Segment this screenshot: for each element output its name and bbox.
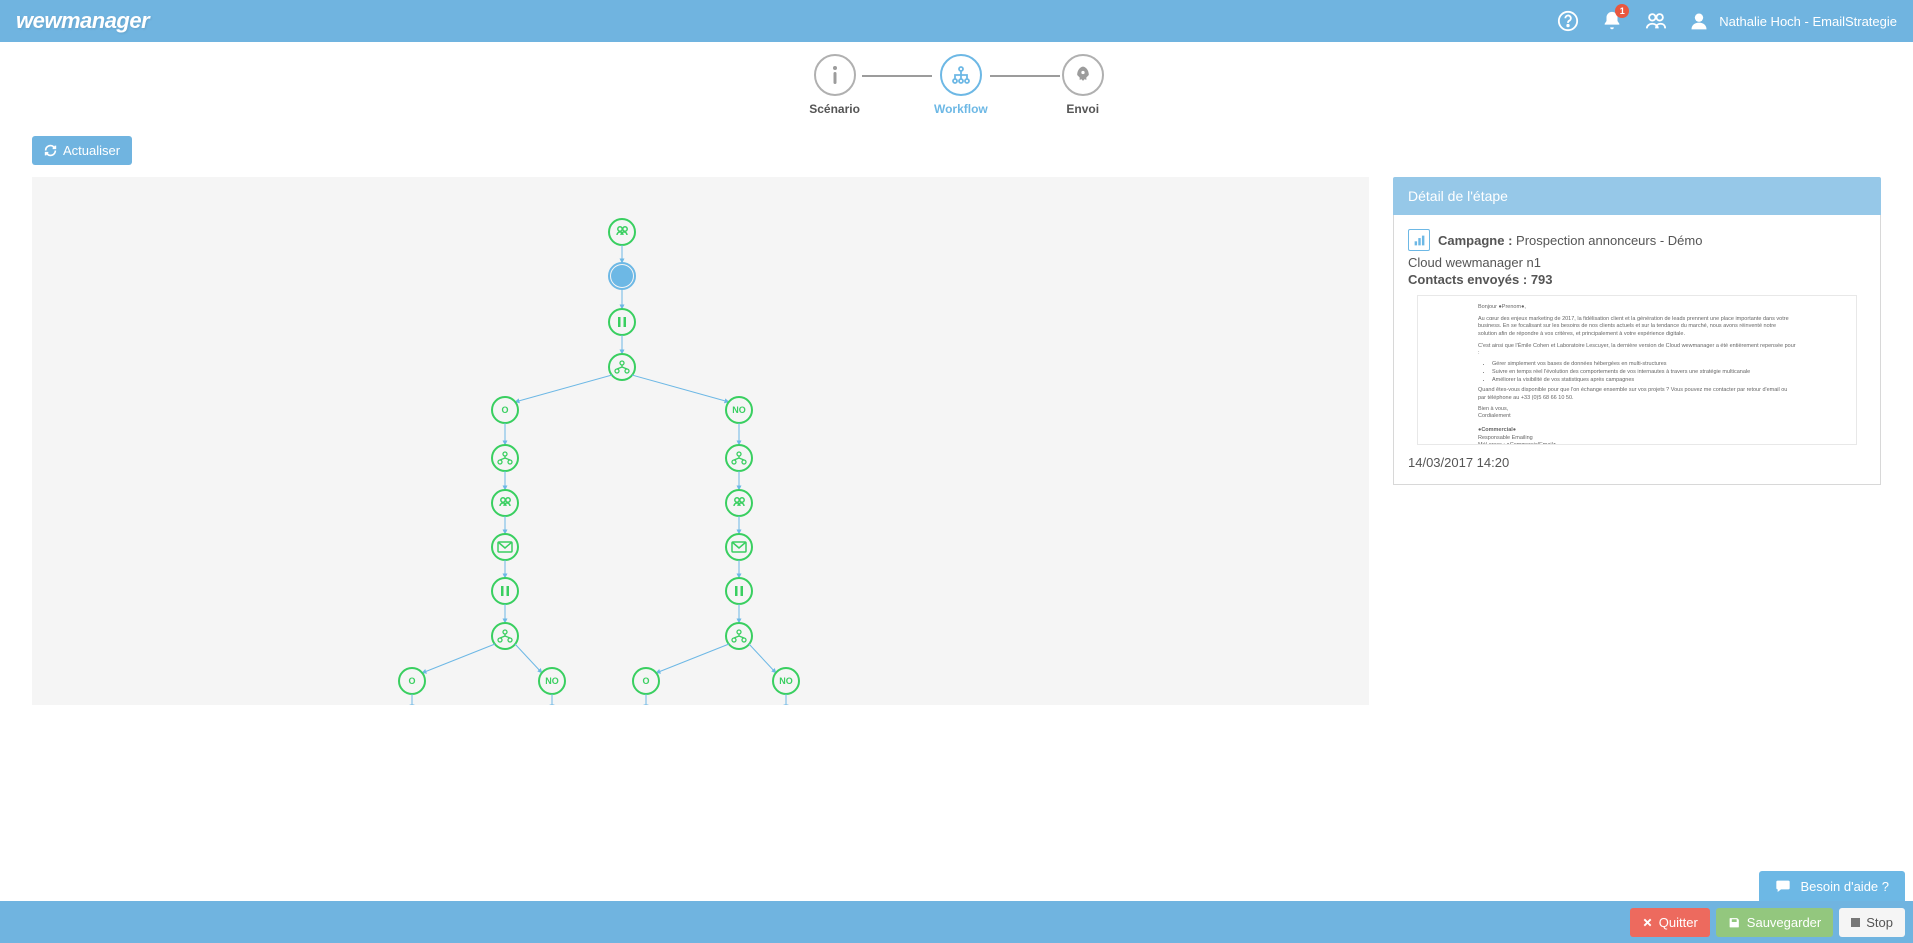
refresh-button[interactable]: Actualiser <box>32 136 132 165</box>
step-scenario[interactable]: Scénario <box>809 54 860 116</box>
workflow-canvas[interactable]: O O NO NO O NO <box>32 177 1369 705</box>
workflow-node[interactable] <box>492 623 518 649</box>
notification-badge: 1 <box>1615 4 1629 18</box>
header-actions: 1 Nathalie Hoch - EmailStrategie <box>1557 10 1897 32</box>
panel-header: Détail de l'étape <box>1393 177 1881 215</box>
chart-icon <box>1408 229 1430 251</box>
contacts-count: 793 <box>1531 272 1553 287</box>
workflow-node[interactable] <box>609 309 635 335</box>
sitemap-icon <box>940 54 982 96</box>
save-icon <box>1728 916 1741 929</box>
svg-text:O: O <box>642 676 649 686</box>
workflow-node[interactable]: NO <box>773 668 799 694</box>
campaign-name-line1: Prospection annonceurs - Démo <box>1516 233 1702 248</box>
svg-text:NO: NO <box>779 676 793 686</box>
contacts-label: Contacts envoyés : <box>1408 272 1527 287</box>
info-icon <box>814 54 856 96</box>
quit-label: Quitter <box>1659 915 1698 930</box>
users-icon[interactable] <box>1645 10 1667 32</box>
quit-button[interactable]: Quitter <box>1630 908 1710 937</box>
rocket-icon <box>1062 54 1104 96</box>
step-timestamp: 14/03/2017 14:20 <box>1408 455 1866 470</box>
workflow-node[interactable] <box>492 578 518 604</box>
help-label: Besoin d'aide ? <box>1801 879 1890 894</box>
main-content: O O NO NO O NO Détail de l'étape Campagne : P… <box>0 177 1913 705</box>
workflow-node[interactable]: O <box>492 397 518 423</box>
user-avatar-icon <box>1689 11 1709 31</box>
step-connector <box>990 75 1060 77</box>
workflow-node[interactable] <box>726 578 752 604</box>
campaign-label: Campagne : <box>1438 233 1512 248</box>
stop-icon <box>1851 918 1860 927</box>
app-header: wewmanager 1 Nathalie Hoch - EmailStrate… <box>0 0 1913 42</box>
workflow-node[interactable] <box>492 490 518 516</box>
bell-icon[interactable]: 1 <box>1601 10 1623 32</box>
close-icon <box>1642 917 1653 928</box>
user-name: Nathalie Hoch - EmailStrategie <box>1719 14 1897 29</box>
workflow-node[interactable] <box>726 534 752 560</box>
stop-button[interactable]: Stop <box>1839 908 1905 937</box>
workflow-node[interactable] <box>726 490 752 516</box>
workflow-node[interactable] <box>609 354 635 380</box>
logo-text: wewmanager <box>16 8 149 34</box>
refresh-label: Actualiser <box>63 143 120 158</box>
workflow-node[interactable] <box>726 445 752 471</box>
chat-icon <box>1775 878 1791 894</box>
panel-body: Campagne : Prospection annonceurs - Démo… <box>1393 215 1881 485</box>
workflow-node[interactable] <box>492 534 518 560</box>
workflow-node[interactable]: NO <box>539 668 565 694</box>
step-label: Envoi <box>1066 102 1099 116</box>
detail-panel: Détail de l'étape Campagne : Prospection… <box>1393 177 1881 705</box>
svg-text:NO: NO <box>732 405 746 415</box>
workflow-node[interactable]: O <box>399 668 425 694</box>
step-label: Workflow <box>934 102 988 116</box>
workflow-node[interactable] <box>726 623 752 649</box>
email-preview: Bonjour ●Prenom●, Au cœur des enjeux mar… <box>1417 295 1857 445</box>
step-workflow[interactable]: Workflow <box>934 54 988 116</box>
workflow-stepper: Scénario Workflow Envoi <box>0 42 1913 124</box>
workflow-node[interactable]: O <box>633 668 659 694</box>
step-connector <box>862 75 932 77</box>
footer-bar: Quitter Sauvegarder Stop <box>0 901 1913 943</box>
svg-text:O: O <box>408 676 415 686</box>
step-envoi[interactable]: Envoi <box>1062 54 1104 116</box>
save-button[interactable]: Sauvegarder <box>1716 908 1833 937</box>
help-icon[interactable] <box>1557 10 1579 32</box>
workflow-node[interactable] <box>609 263 635 289</box>
help-tab[interactable]: Besoin d'aide ? <box>1759 871 1906 901</box>
user-menu[interactable]: Nathalie Hoch - EmailStrategie <box>1689 11 1897 31</box>
workflow-node[interactable]: NO <box>726 397 752 423</box>
stop-label: Stop <box>1866 915 1893 930</box>
refresh-icon <box>44 144 57 157</box>
app-logo[interactable]: wewmanager <box>16 0 149 42</box>
workflow-node[interactable] <box>609 219 635 245</box>
save-label: Sauvegarder <box>1747 915 1821 930</box>
svg-text:NO: NO <box>545 676 559 686</box>
workflow-node[interactable] <box>492 445 518 471</box>
campaign-name-line2: Cloud wewmanager n1 <box>1408 255 1866 270</box>
svg-text:O: O <box>501 405 508 415</box>
step-label: Scénario <box>809 102 860 116</box>
